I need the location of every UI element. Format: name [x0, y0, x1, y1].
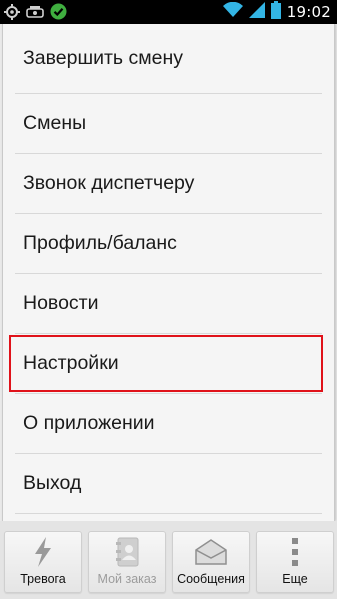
- tab-more[interactable]: Еще: [256, 531, 334, 593]
- tab-label: Тревога: [20, 572, 66, 586]
- menu-item-label: Настройки: [23, 352, 119, 374]
- menu-item-label: Завершить смену: [23, 47, 184, 69]
- lightning-icon: [32, 536, 54, 568]
- menu-item-label: О приложении: [23, 412, 155, 434]
- menu-item-exit[interactable]: Выход: [15, 454, 322, 514]
- options-menu: Завершить смену Смены Звонок диспетчеру …: [2, 24, 335, 521]
- menu-item-shifts[interactable]: Смены: [15, 94, 322, 154]
- menu-item-label: Звонок диспетчеру: [23, 172, 195, 194]
- bottom-tab-bar: Тревога Мой заказ Сообщения Еще: [0, 521, 337, 599]
- contacts-book-icon: [114, 536, 140, 568]
- gps-icon: [4, 3, 20, 24]
- notification-icon: [26, 4, 44, 24]
- menu-item-label: Профиль/баланс: [23, 232, 177, 254]
- menu-item-about[interactable]: О приложении: [15, 394, 322, 454]
- status-bar: 19:02: [0, 0, 337, 24]
- menu-item-label: Выход: [23, 472, 82, 494]
- tab-my-order[interactable]: Мой заказ: [88, 531, 166, 593]
- menu-item-settings[interactable]: Настройки: [9, 334, 323, 394]
- battery-icon: [270, 1, 281, 23]
- clock-time: 19:02: [286, 3, 331, 21]
- more-vertical-icon: [291, 536, 299, 568]
- menu-item-news[interactable]: Новости: [15, 274, 322, 334]
- wifi-icon: [222, 1, 243, 22]
- signal-icon: [248, 2, 265, 22]
- tab-label: Мой заказ: [97, 572, 157, 586]
- menu-item-label: Новости: [23, 292, 99, 314]
- tab-alarm[interactable]: Тревога: [4, 531, 82, 593]
- menu-item-profile-balance[interactable]: Профиль/баланс: [15, 214, 322, 274]
- check-circle-icon: [50, 3, 67, 24]
- menu-item-end-shift[interactable]: Завершить смену: [15, 24, 322, 94]
- menu-item-call-dispatcher[interactable]: Звонок диспетчеру: [15, 154, 322, 214]
- tab-label: Еще: [282, 572, 308, 586]
- envelope-icon: [195, 536, 227, 568]
- tab-label: Сообщения: [177, 572, 245, 586]
- menu-list: Завершить смену Смены Звонок диспетчеру …: [3, 24, 334, 514]
- menu-item-label: Смены: [23, 112, 87, 134]
- tab-messages[interactable]: Сообщения: [172, 531, 250, 593]
